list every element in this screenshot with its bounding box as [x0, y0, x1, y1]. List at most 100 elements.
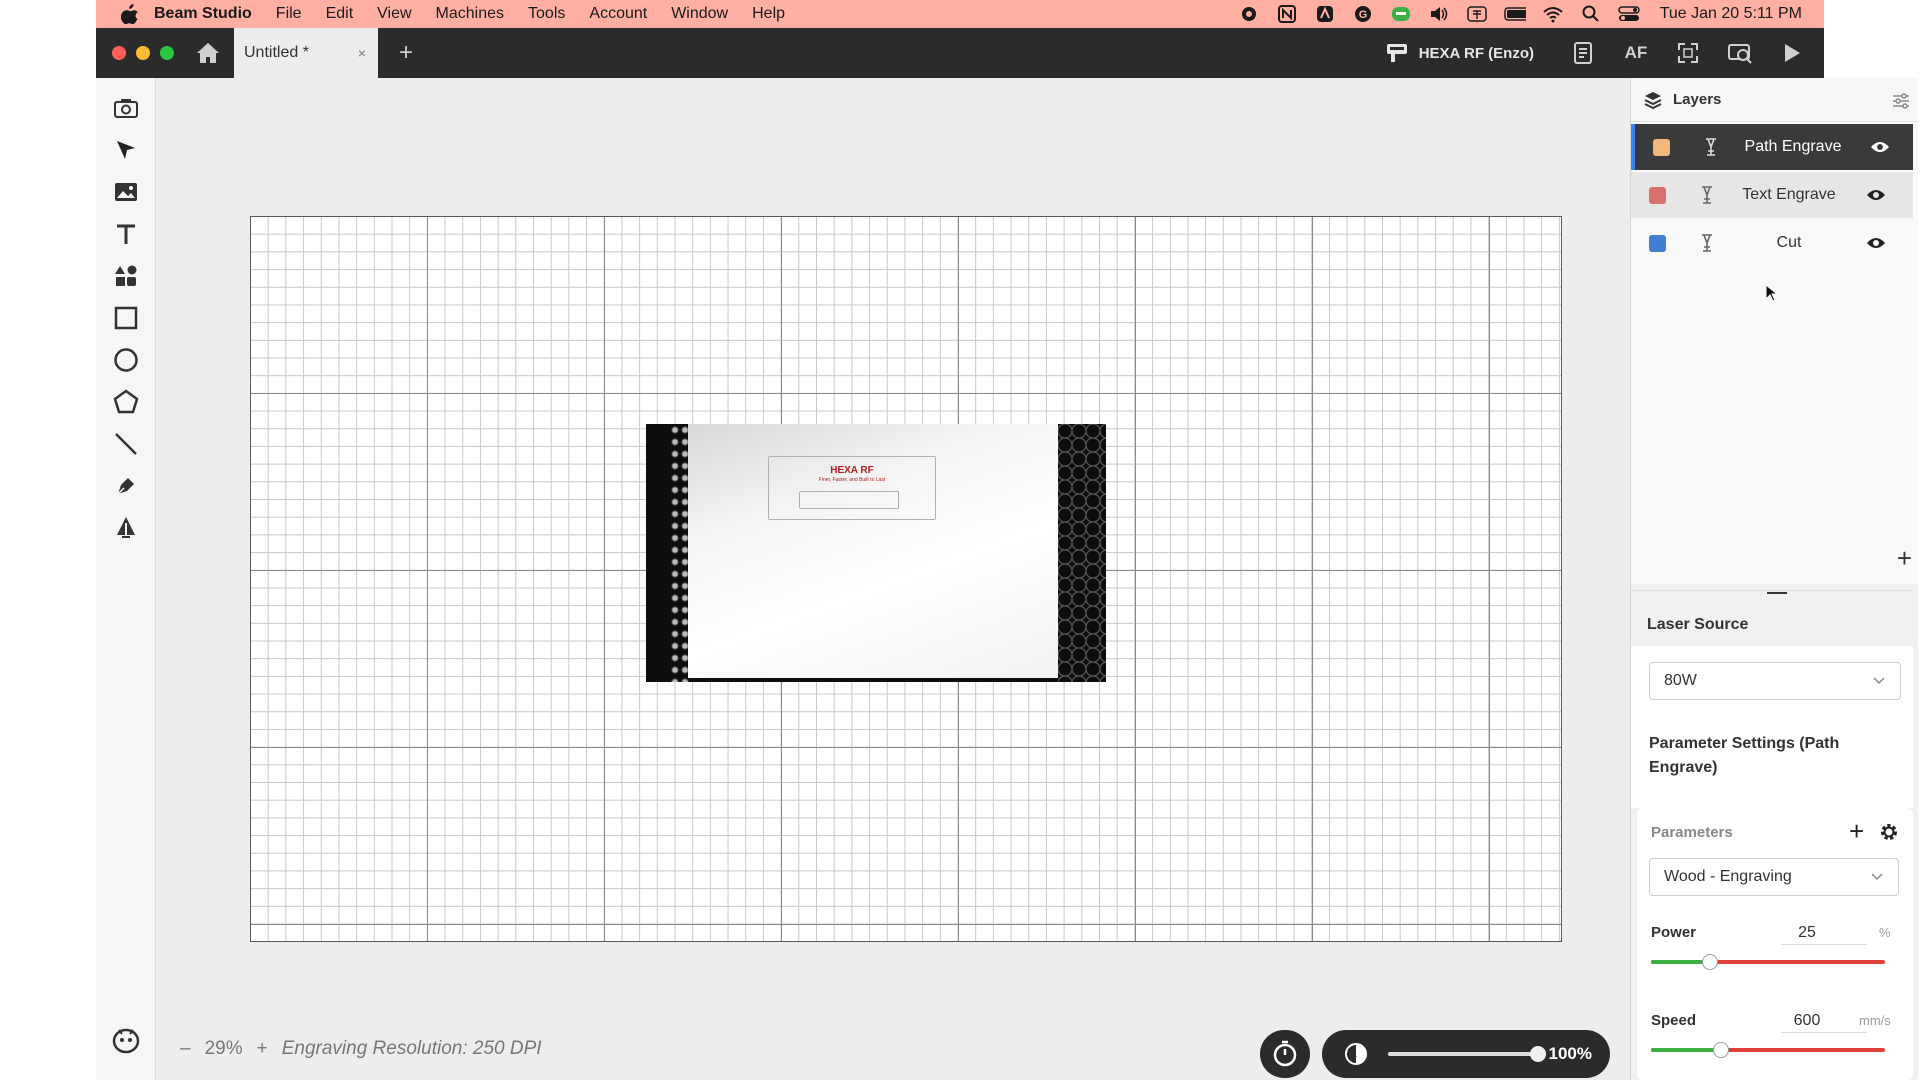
record-icon[interactable]: [1238, 5, 1260, 23]
opacity-slider-knob[interactable]: [1530, 1046, 1546, 1062]
speed-input[interactable]: 600: [1777, 1012, 1837, 1030]
preview-opacity-value: 100%: [1548, 1044, 1592, 1063]
laser-machine-icon: [1386, 44, 1407, 62]
layer-name[interactable]: Text Engrave: [1729, 186, 1849, 204]
document-tab[interactable]: Untitled * ×: [234, 28, 378, 78]
power-slider-fill: [1651, 960, 1710, 964]
tool-palette: [96, 78, 156, 1080]
laser-layer-icon[interactable]: [1701, 137, 1721, 157]
spotlight-icon[interactable]: [1580, 5, 1602, 23]
zoom-in-button[interactable]: +: [257, 1038, 268, 1060]
apple-icon[interactable]: [120, 4, 140, 24]
layer-row-text-engrave[interactable]: Text Engrave: [1631, 172, 1913, 218]
layer-color-swatch[interactable]: [1649, 186, 1666, 204]
speed-slider-fill: [1651, 1048, 1722, 1052]
notion-icon[interactable]: [1276, 5, 1298, 23]
layer-row-cut[interactable]: Cut: [1631, 220, 1913, 266]
minimize-window-button[interactable]: [136, 46, 150, 60]
power-input-underline: [1781, 944, 1867, 945]
canvas-area[interactable]: HEXA RF Finer, Faster, and Built to Last…: [156, 78, 1630, 1080]
machine-selector[interactable]: HEXA RF (Enzo): [1385, 42, 1534, 64]
rectangle-tool-icon[interactable]: [110, 302, 142, 334]
top-toolbar: AF: [1570, 39, 1806, 67]
panel-divider: [1631, 590, 1913, 591]
speed-slider-knob[interactable]: [1713, 1042, 1730, 1058]
laser-source-dropdown[interactable]: 80W: [1649, 662, 1901, 700]
parameter-preset-dropdown[interactable]: Wood - Engraving: [1649, 858, 1899, 896]
speed-label: Speed: [1651, 1012, 1697, 1029]
document-settings-icon[interactable]: [1570, 39, 1598, 67]
laser-layer-icon[interactable]: [1697, 233, 1717, 253]
speed-unit: mm/s: [1859, 1013, 1891, 1028]
home-icon[interactable]: [194, 39, 222, 67]
estimate-time-button[interactable]: [1260, 1030, 1310, 1078]
preview-opacity-control[interactable]: 100%: [1322, 1030, 1610, 1078]
pen-tool-icon[interactable]: [110, 470, 142, 502]
menu-app-name[interactable]: Beam Studio: [154, 5, 252, 23]
layers-icon: [1644, 91, 1662, 109]
add-layer-button[interactable]: +: [1897, 543, 1912, 574]
input-method-icon[interactable]: [1466, 5, 1488, 23]
app-tray-icon[interactable]: [1314, 5, 1336, 23]
layer-color-swatch[interactable]: [1649, 234, 1666, 252]
add-parameter-button[interactable]: +: [1849, 816, 1864, 847]
menu-window[interactable]: Window: [671, 5, 728, 23]
power-slider-knob[interactable]: [1701, 954, 1718, 970]
line-tool-icon[interactable]: [110, 428, 142, 460]
menu-help[interactable]: Help: [752, 5, 785, 23]
menu-edit[interactable]: Edit: [326, 5, 354, 23]
layer-name[interactable]: Cut: [1729, 234, 1849, 252]
elements-tool-icon[interactable]: [110, 260, 142, 292]
control-center-icon[interactable]: [1617, 5, 1640, 23]
frame-icon[interactable]: [1674, 39, 1702, 67]
layer-name[interactable]: Path Engrave: [1733, 138, 1853, 156]
new-tab-button[interactable]: +: [394, 39, 418, 67]
layer-options-icon[interactable]: [1890, 90, 1912, 112]
zoom-out-button[interactable]: –: [180, 1038, 191, 1060]
curve-engrave-tool-icon[interactable]: [110, 512, 142, 544]
menu-machines[interactable]: Machines: [436, 5, 504, 23]
tab-title: Untitled *: [244, 44, 309, 61]
volume-icon[interactable]: [1428, 5, 1450, 23]
engraving-resolution-text: Engraving Resolution: 250 DPI: [281, 1038, 542, 1059]
menu-view[interactable]: View: [377, 5, 411, 23]
eye-icon[interactable]: [1869, 139, 1891, 155]
polygon-tool-icon[interactable]: [110, 386, 142, 418]
power-unit: %: [1879, 925, 1891, 940]
parameter-settings-title: Parameter Settings (Path Engrave): [1649, 735, 1840, 776]
laser-layer-icon[interactable]: [1697, 185, 1717, 205]
gear-icon[interactable]: [1879, 822, 1899, 842]
start-job-icon[interactable]: [1778, 39, 1806, 67]
laser-source-value: 80W: [1664, 672, 1697, 689]
power-input[interactable]: 25: [1777, 924, 1837, 942]
canvas-image[interactable]: HEXA RF Finer, Faster, and Built to Last: [646, 424, 1106, 682]
layer-color-swatch[interactable]: [1653, 138, 1670, 156]
camera-icon[interactable]: [110, 92, 142, 124]
select-tool-icon[interactable]: [110, 134, 142, 166]
layers-header: Layers: [1631, 78, 1918, 122]
layer-row-path-engrave[interactable]: Path Engrave: [1631, 124, 1913, 170]
eye-icon[interactable]: [1865, 187, 1887, 203]
grammarly-icon[interactable]: G: [1352, 5, 1374, 23]
battery-icon[interactable]: [1503, 5, 1526, 23]
menu-file[interactable]: File: [276, 5, 302, 23]
menubar-clock[interactable]: Tue Jan 20 5:11 PM: [1660, 5, 1802, 23]
wifi-icon[interactable]: [1542, 5, 1564, 23]
text-tool-icon[interactable]: [110, 218, 142, 250]
layers-list: Path Engrave Text Engrave Cut +: [1631, 122, 1918, 584]
parameter-preset-value: Wood - Engraving: [1664, 868, 1792, 885]
tab-close-button[interactable]: ×: [358, 45, 366, 61]
zoom-value[interactable]: 29%: [205, 1038, 243, 1060]
panel-resize-handle[interactable]: [1767, 592, 1787, 594]
maximize-window-button[interactable]: [160, 46, 174, 60]
eye-icon[interactable]: [1865, 235, 1887, 251]
camera-preview-icon[interactable]: [1726, 39, 1754, 67]
image-tool-icon[interactable]: [110, 176, 142, 208]
close-window-button[interactable]: [112, 46, 126, 60]
autofocus-button[interactable]: AF: [1622, 39, 1650, 67]
menu-account[interactable]: Account: [589, 5, 647, 23]
beamy-assistant-icon[interactable]: [110, 1024, 142, 1056]
line-icon[interactable]: [1390, 5, 1412, 23]
menu-tools[interactable]: Tools: [528, 5, 565, 23]
ellipse-tool-icon[interactable]: [110, 344, 142, 376]
